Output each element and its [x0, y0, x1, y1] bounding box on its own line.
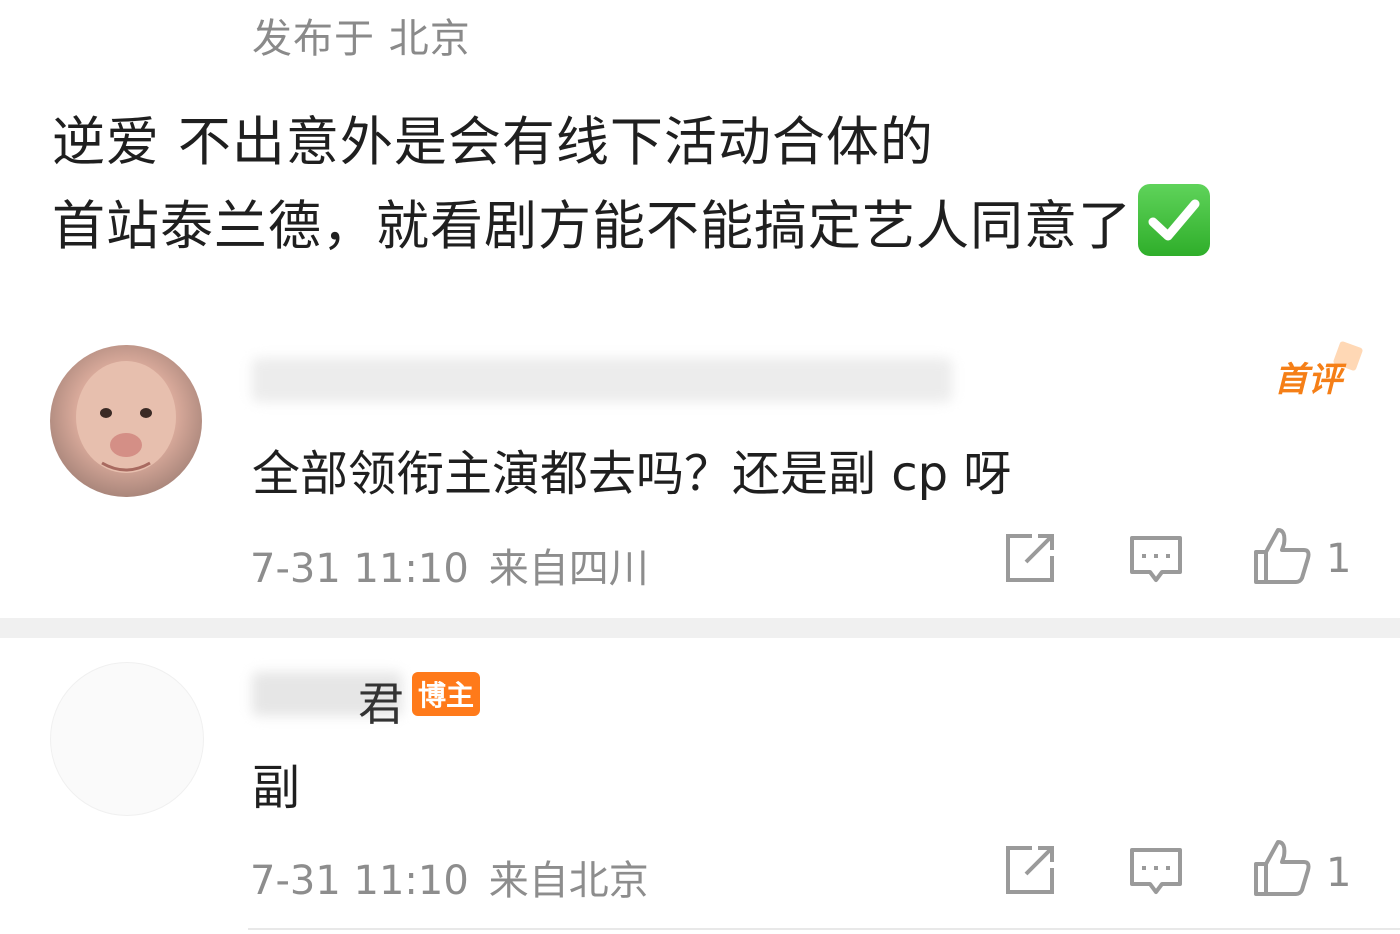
reply-text: 副 — [252, 760, 301, 816]
share-icon[interactable] — [1002, 530, 1058, 586]
blogger-badge: 博主 — [412, 672, 480, 716]
first-comment-badge: 首评 — [1274, 352, 1342, 401]
post-text-line-2: 首站泰兰德，就看剧方能不能搞定艺人同意了 — [52, 184, 1210, 260]
commenter-name-blurred[interactable] — [252, 358, 952, 402]
commenter-avatar[interactable] — [50, 345, 202, 497]
blogger-name-tail[interactable]: 君 — [358, 668, 404, 734]
thumbs-up-icon[interactable] — [1252, 526, 1312, 586]
section-divider — [0, 618, 1400, 638]
reply-time: 7-31 11:10 — [250, 858, 469, 904]
thumbs-up-icon[interactable] — [1252, 838, 1312, 898]
comment-text: 全部领衔主演都去吗？还是副 cp 呀 — [252, 446, 1012, 502]
reply-meta: 7-31 11:10 来自北京 — [250, 848, 649, 906]
post-location: 发布于 北京 — [252, 16, 471, 62]
bottom-divider — [248, 928, 1400, 930]
check-mark-emoji-icon — [1138, 184, 1210, 256]
share-icon[interactable] — [1002, 842, 1058, 898]
like-count: 1 — [1326, 536, 1352, 582]
comment-location: 来自四川 — [488, 546, 649, 592]
like-count: 1 — [1326, 850, 1352, 896]
comment-meta: 7-31 11:10 来自四川 — [250, 536, 649, 594]
blogger-avatar[interactable] — [50, 662, 204, 816]
reply-location: 来自北京 — [488, 858, 649, 904]
post-text-line-2-content: 首站泰兰德，就看剧方能不能搞定艺人同意了 — [52, 196, 1132, 257]
comment-time: 7-31 11:10 — [250, 546, 469, 592]
post-text-line-1: 逆爱 不出意外是会有线下活动合体的 — [52, 112, 934, 173]
reply-icon[interactable] — [1128, 842, 1184, 898]
reply-icon[interactable] — [1128, 530, 1184, 586]
